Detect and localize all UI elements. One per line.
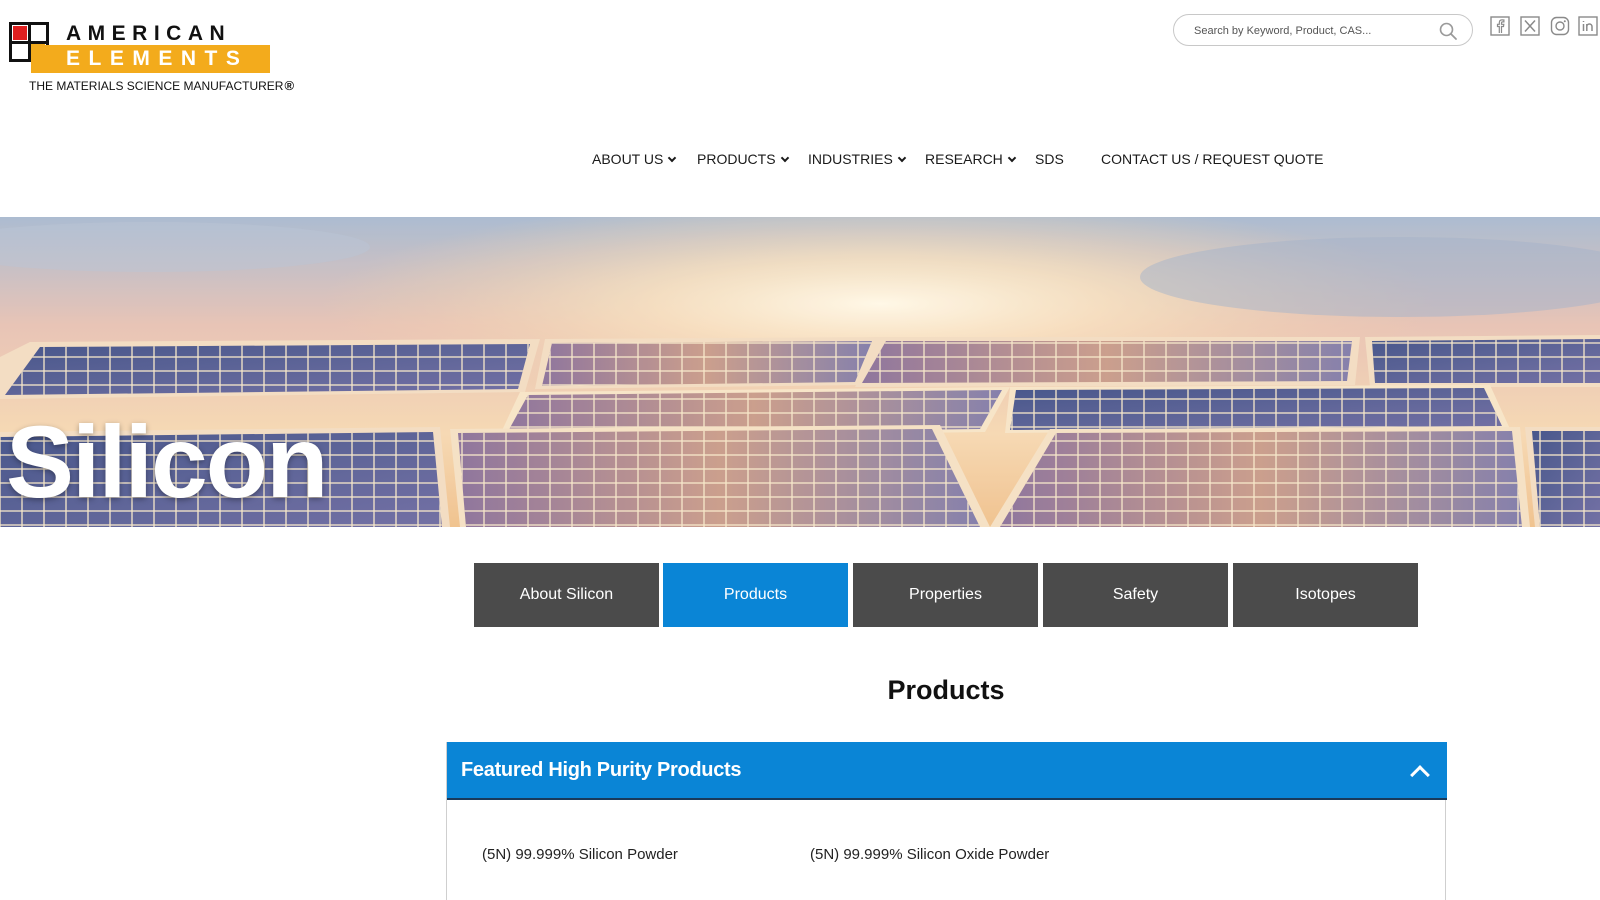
page: AMERICAN ELEMENTS THE MATERIALS SCIENCE … (0, 0, 1600, 900)
american-elements-logo[interactable]: AMERICAN ELEMENTS THE MATERIALS SCIENCE … (9, 22, 294, 94)
instagram-icon[interactable] (1550, 16, 1570, 36)
nav-about-us[interactable]: ABOUT US (592, 151, 677, 167)
nav-label: PRODUCTS (697, 151, 776, 167)
chevron-down-icon (780, 153, 789, 162)
x-icon[interactable] (1520, 16, 1540, 36)
logo-wordmark-bottom: ELEMENTS (66, 47, 249, 70)
facebook-icon[interactable] (1490, 16, 1510, 36)
logo-tagline: THE MATERIALS SCIENCE MANUFACTURER® (29, 78, 294, 93)
product-link[interactable]: (5N) 99.999% Silicon Oxide Powder (810, 846, 1049, 863)
featured-products-accordion: Featured High Purity Products (446, 742, 1447, 900)
search-box (1173, 14, 1473, 46)
nav-products[interactable]: PRODUCTS (697, 151, 789, 167)
chevron-up-icon[interactable] (1411, 762, 1427, 778)
product-link[interactable]: (5N) 99.999% Silicon Powder (482, 846, 678, 863)
nav-label: CONTACT US / REQUEST QUOTE (1101, 151, 1324, 167)
nav-label: INDUSTRIES (808, 151, 893, 167)
nav-sds[interactable]: SDS (1035, 151, 1064, 167)
main-nav: ABOUT US PRODUCTS INDUSTRIES RESEARCH SD… (0, 151, 1600, 173)
nav-label: ABOUT US (592, 151, 664, 167)
search-icon[interactable] (1438, 21, 1458, 41)
nav-label: SDS (1035, 151, 1064, 167)
accordion-title: Featured High Purity Products (461, 759, 742, 781)
nav-research[interactable]: RESEARCH (925, 151, 1017, 167)
registered-mark: ® (284, 78, 295, 93)
tab-safety[interactable]: Safety (1043, 563, 1228, 627)
logo-wordmark-top: AMERICAN (66, 22, 232, 45)
tab-properties[interactable]: Properties (853, 563, 1038, 627)
nav-industries[interactable]: INDUSTRIES (808, 151, 907, 167)
hero-title: Silicon (6, 405, 328, 519)
tab-products[interactable]: Products (663, 563, 848, 627)
accordion-header[interactable]: Featured High Purity Products (447, 742, 1447, 800)
search-input[interactable] (1194, 21, 1434, 41)
logo-tagline-text: THE MATERIALS SCIENCE MANUFACTURER (29, 79, 284, 93)
tab-about-silicon[interactable]: About Silicon (474, 563, 659, 627)
nav-label: RESEARCH (925, 151, 1003, 167)
nav-contact-us[interactable]: CONTACT US / REQUEST QUOTE (1101, 151, 1323, 167)
chevron-down-icon (668, 153, 677, 162)
linkedin-icon[interactable] (1578, 16, 1598, 36)
tab-isotopes[interactable]: Isotopes (1233, 563, 1418, 627)
chevron-down-icon (1007, 153, 1017, 162)
section-title: Products (887, 675, 1005, 705)
chevron-down-icon (897, 153, 907, 162)
hero-banner: Silicon (0, 217, 1600, 527)
